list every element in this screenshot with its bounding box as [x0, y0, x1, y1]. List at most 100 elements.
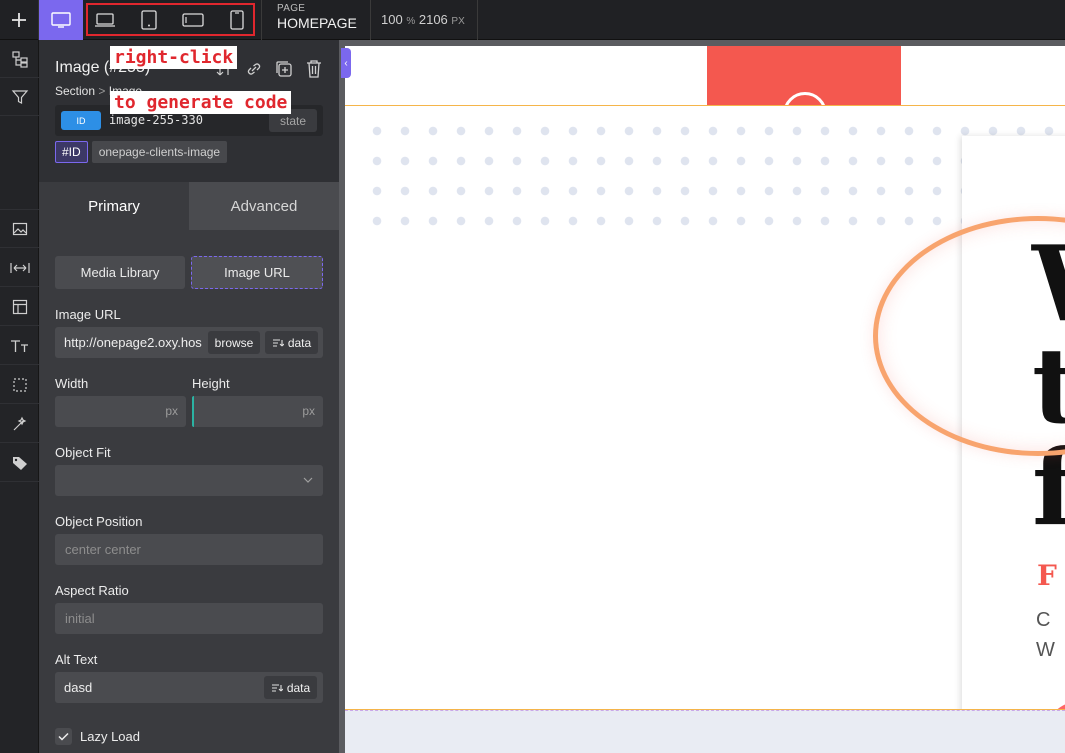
id-selector-tag[interactable]: #ID: [55, 141, 88, 163]
borders-section-button[interactable]: [0, 366, 39, 404]
laptop-icon: [95, 13, 115, 27]
effects-section-button[interactable]: [0, 405, 39, 443]
annotation-right-click: right-click: [110, 46, 238, 69]
left-icon-rail: [0, 40, 39, 753]
device-laptop-button[interactable]: [83, 0, 127, 40]
typography-icon: [10, 339, 28, 352]
alt-data-button-label: data: [286, 680, 311, 695]
aspect-ratio-field[interactable]: initial: [55, 603, 323, 634]
width-arrows-icon: [9, 262, 30, 273]
layout-section-button[interactable]: [0, 288, 39, 326]
structure-icon: [11, 50, 28, 68]
media-library-button[interactable]: Media Library: [55, 256, 185, 289]
width-label: Width: [55, 376, 89, 391]
link-icon: [247, 63, 261, 75]
structure-button[interactable]: [0, 40, 39, 78]
next-section[interactable]: [345, 710, 1065, 753]
device-desktop-button[interactable]: [39, 0, 83, 40]
lazy-load-checkbox[interactable]: [55, 728, 72, 745]
duplicate-icon: [276, 61, 292, 77]
selection-outline-top: [345, 105, 1065, 106]
page-preview[interactable]: W t f F C W: [345, 46, 1065, 753]
object-position-field[interactable]: center center: [55, 534, 323, 565]
image-url-label: Image URL: [55, 307, 121, 322]
lazy-load-label: Lazy Load: [80, 729, 140, 744]
zoom-unit: %: [406, 16, 416, 27]
alt-text-label: Alt Text: [55, 652, 98, 667]
trash-icon: [307, 60, 321, 78]
tag-icon: [12, 456, 27, 470]
phone-icon: [230, 10, 244, 30]
dynamic-data-icon: [272, 338, 284, 347]
page-selector[interactable]: PAGE HOMEPAGE: [261, 0, 371, 40]
width-unit[interactable]: px: [165, 404, 178, 418]
builder-window: PAGE HOMEPAGE 100 % 2106 PX Image (#255)…: [0, 0, 1065, 753]
device-phone-button[interactable]: [215, 0, 259, 40]
rail-spacer: [0, 116, 39, 210]
filter-button[interactable]: [0, 78, 39, 116]
class-selector-tag[interactable]: onepage-clients-image: [91, 141, 228, 163]
collapse-panel-button[interactable]: ‹: [341, 48, 351, 78]
hero-text-line-2: W: [1036, 639, 1055, 661]
dot-pattern: [363, 116, 1065, 246]
aspect-ratio-placeholder: initial: [65, 611, 95, 626]
typography-section-button[interactable]: [0, 327, 39, 365]
alt-text-field[interactable]: dasd data: [55, 672, 323, 703]
alt-text-value: dasd: [64, 680, 93, 695]
object-position-placeholder: center center: [65, 542, 141, 557]
lazy-load-option[interactable]: Lazy Load: [55, 728, 140, 745]
link-button[interactable]: [243, 58, 265, 80]
layout-icon: [12, 299, 27, 314]
tab-advanced[interactable]: Advanced: [189, 182, 339, 230]
dynamic-data-icon: [271, 683, 283, 692]
size-section-button[interactable]: [0, 249, 39, 287]
device-tablet-landscape-button[interactable]: [171, 0, 215, 40]
element-id-text[interactable]: image-255-330: [109, 113, 203, 127]
desktop-icon: [51, 12, 71, 28]
page-label: PAGE: [277, 3, 306, 14]
breadcrumb-section[interactable]: Section: [55, 84, 95, 98]
tab-primary[interactable]: Primary: [39, 182, 189, 230]
page-name: HOMEPAGE: [277, 15, 357, 31]
image-url-button[interactable]: Image URL: [191, 256, 323, 289]
object-fit-select[interactable]: [55, 465, 323, 496]
data-button[interactable]: data: [265, 331, 318, 354]
height-unit[interactable]: px: [302, 404, 315, 418]
filter-icon: [11, 89, 28, 104]
image-url-field[interactable]: http://onepage2.oxy.hos browse data: [55, 327, 323, 358]
chevron-down-icon: [303, 477, 313, 483]
duplicate-button[interactable]: [273, 58, 295, 80]
device-tablet-button[interactable]: [127, 0, 171, 40]
delete-button[interactable]: [303, 58, 325, 80]
selector-tags: #ID onepage-clients-image: [55, 141, 228, 163]
id-badge[interactable]: ID: [61, 111, 101, 130]
width-field[interactable]: px: [55, 396, 186, 427]
zoom-value: 100: [381, 12, 403, 27]
hero-text-line-1: C: [1036, 609, 1051, 631]
object-position-label: Object Position: [55, 514, 143, 529]
chevron-left-icon: ‹: [344, 57, 348, 69]
canvas-width-value: 2106: [418, 12, 448, 27]
image-url-value: http://onepage2.oxy.hos: [64, 335, 202, 350]
aspect-ratio-label: Aspect Ratio: [55, 583, 129, 598]
height-field[interactable]: px: [192, 396, 323, 427]
browse-button[interactable]: browse: [208, 331, 260, 354]
image-source-toggle: Media Library Image URL: [55, 256, 323, 289]
checkmark-icon: [58, 732, 69, 741]
alt-data-button[interactable]: data: [264, 676, 317, 699]
add-element-button[interactable]: [0, 0, 39, 40]
annotation-generate-code: to generate code: [110, 91, 292, 114]
tablet-landscape-icon: [182, 13, 204, 27]
tags-section-button[interactable]: [0, 444, 39, 482]
hero-subtitle: F: [1037, 559, 1057, 592]
top-toolbar: PAGE HOMEPAGE 100 % 2106 PX: [0, 0, 1065, 40]
panel-tabs: Primary Advanced: [39, 182, 339, 230]
object-fit-label: Object Fit: [55, 445, 111, 460]
zoom-readout[interactable]: 100 % 2106 PX: [372, 0, 478, 40]
decorative-ring: [873, 216, 1065, 456]
height-focus-indicator: [192, 396, 194, 427]
image-icon: [12, 222, 27, 235]
image-section-button[interactable]: [0, 210, 39, 248]
properties-panel: Image (#255) Section > Image ID image-25…: [39, 40, 339, 753]
data-button-label: data: [287, 335, 312, 350]
